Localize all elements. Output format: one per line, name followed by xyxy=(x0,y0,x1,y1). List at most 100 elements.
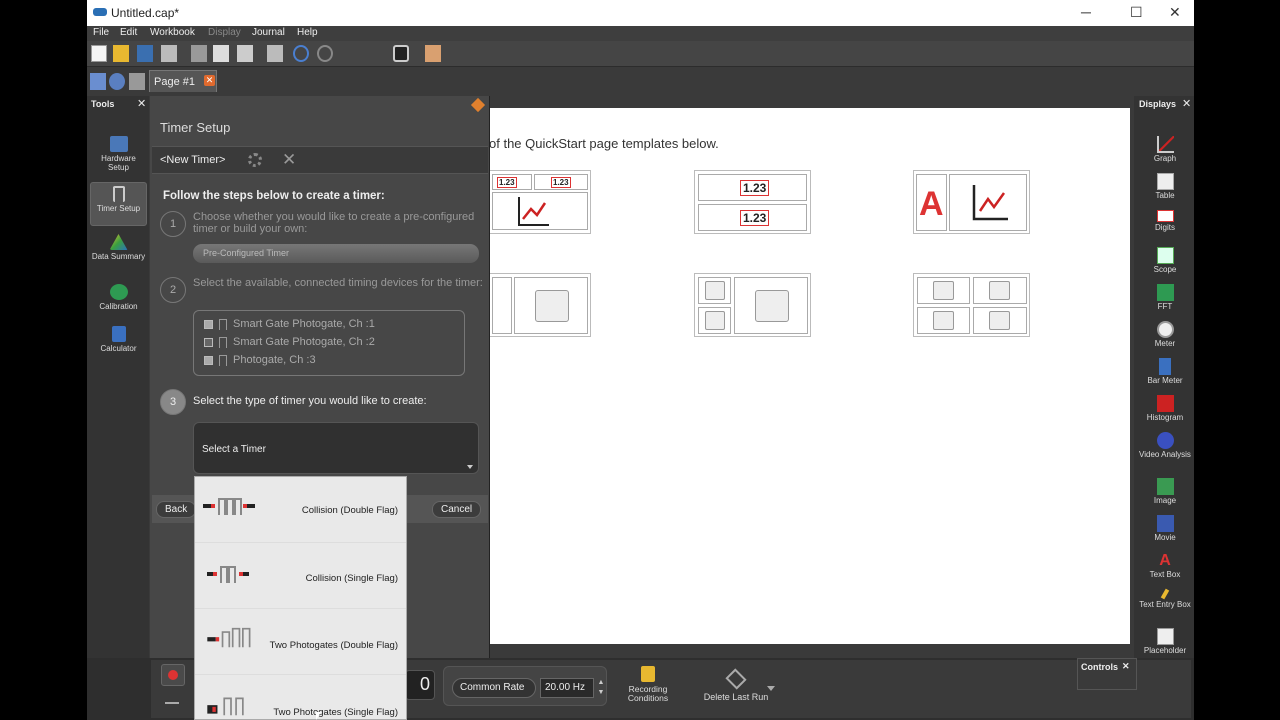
delete-icon[interactable] xyxy=(267,45,283,62)
menu-help[interactable]: Help xyxy=(297,27,318,38)
display-bar-meter[interactable]: Bar Meter xyxy=(1137,358,1193,385)
placeholder-cell xyxy=(973,307,1027,334)
menu-workbook[interactable]: Workbook xyxy=(150,27,195,38)
template-placeholders-two[interactable] xyxy=(489,273,591,337)
template-two-digits-graph[interactable]: 1.23 1.23 xyxy=(489,170,591,234)
display-label: Scope xyxy=(1153,265,1177,274)
delete-last-run-button[interactable]: Delete Last Run xyxy=(691,668,781,712)
new-timer-dropdown[interactable]: <New Timer> xyxy=(160,154,225,166)
display-video-analysis[interactable]: Video Analysis xyxy=(1137,432,1193,459)
device-item[interactable]: Photogate, Ch :3 xyxy=(204,354,316,366)
menu-display[interactable]: Display xyxy=(208,27,241,38)
tools-palette: Tools ✕ Hardware Setup Timer Setup Data … xyxy=(87,96,149,658)
settings-icon[interactable] xyxy=(109,73,125,90)
timer-option[interactable]: Collision (Single Flag) xyxy=(195,543,406,609)
timer-option[interactable]: Collision (Double Flag) xyxy=(195,477,406,543)
back-button[interactable]: Back xyxy=(156,501,197,518)
new-timer-gear-icon[interactable] xyxy=(248,153,262,167)
display-meter[interactable]: Meter xyxy=(1137,321,1193,348)
close-displays-icon[interactable]: ✕ xyxy=(1182,97,1191,110)
cancel-button[interactable]: Cancel xyxy=(432,501,482,518)
template-two-digits[interactable]: 1.23 1.23 xyxy=(694,170,811,234)
display-text-entry-box[interactable]: Text Entry Box xyxy=(1137,588,1193,609)
digits-value: 1.23 xyxy=(551,177,571,188)
step-3-text: Select the type of timer you would like … xyxy=(193,395,427,407)
menu-edit[interactable]: Edit xyxy=(120,27,137,38)
device-checkbox[interactable] xyxy=(204,337,213,347)
record-options-icon[interactable] xyxy=(165,692,179,704)
journal-icon[interactable] xyxy=(425,45,441,62)
tools-header: Tools xyxy=(91,99,115,109)
step-2-circle: 2 xyxy=(160,277,186,303)
close-tools-icon[interactable]: ✕ xyxy=(137,97,146,110)
tab-page-1[interactable]: Page #1 ✕ xyxy=(149,70,217,92)
chevron-down-icon[interactable] xyxy=(767,686,775,691)
scope-icon xyxy=(1156,247,1174,264)
display-fft[interactable]: FFT xyxy=(1137,284,1193,311)
device-item[interactable]: Smart Gate Photogate, Ch :2 xyxy=(204,336,375,348)
display-scope[interactable]: Scope xyxy=(1137,247,1193,274)
template-placeholders-three[interactable] xyxy=(694,273,811,337)
display-histogram[interactable]: Histogram xyxy=(1137,395,1193,422)
placeholder-cell xyxy=(492,277,512,334)
open-folder-icon[interactable] xyxy=(113,45,129,62)
redo-icon[interactable] xyxy=(317,45,333,62)
tool-calculator[interactable]: Calculator xyxy=(90,326,147,353)
rate-value-field[interactable]: 20.00 Hz xyxy=(540,678,594,698)
pin-icon[interactable] xyxy=(470,97,486,113)
tool-hardware-setup[interactable]: Hardware Setup xyxy=(90,136,147,172)
timer-option[interactable]: Two Photogates (Single Flag) xyxy=(195,675,406,720)
timer-setup-title: Timer Setup xyxy=(160,120,231,135)
display-placeholder[interactable]: Placeholder xyxy=(1137,628,1193,655)
step-3-circle: 3 xyxy=(160,389,186,415)
display-graph[interactable]: Graph xyxy=(1137,136,1193,163)
display-image[interactable]: Image xyxy=(1137,478,1193,505)
rate-stepper[interactable]: ▲ ▼ xyxy=(596,678,606,698)
layout-icon[interactable] xyxy=(129,73,145,90)
menu-journal[interactable]: Journal xyxy=(252,27,285,38)
pencil-icon xyxy=(1160,588,1170,600)
print-icon[interactable] xyxy=(161,45,177,62)
tool-timer-setup[interactable]: Timer Setup xyxy=(90,182,147,226)
display-text-box[interactable]: A Text Box xyxy=(1137,552,1193,579)
timer-option[interactable]: Two Photogates (Double Flag) xyxy=(195,609,406,675)
device-checkbox[interactable] xyxy=(204,319,213,329)
undo-icon[interactable] xyxy=(293,45,309,62)
minimize-button[interactable]: ─ xyxy=(1081,4,1091,20)
display-label: Text Entry Box xyxy=(1139,600,1191,609)
image-icon xyxy=(1156,478,1174,495)
page-view-icon[interactable] xyxy=(90,73,106,90)
device-checkbox[interactable] xyxy=(204,355,213,365)
record-button[interactable] xyxy=(161,664,185,686)
photogate-icon xyxy=(219,318,227,330)
template-placeholders-four[interactable] xyxy=(913,273,1030,337)
device-item[interactable]: Smart Gate Photogate, Ch :1 xyxy=(204,318,375,330)
timer-type-select[interactable]: Select a Timer xyxy=(193,422,479,474)
display-table[interactable]: Table xyxy=(1137,173,1193,200)
maximize-button[interactable]: ☐ xyxy=(1130,4,1143,21)
close-controls-icon[interactable]: ✕ xyxy=(1122,661,1130,672)
collision-single-flag-icon xyxy=(207,566,249,583)
template-text-graph[interactable]: A xyxy=(913,170,1030,234)
bar-meter-icon xyxy=(1159,358,1171,375)
close-tab-icon[interactable]: ✕ xyxy=(204,75,215,86)
display-digits[interactable]: Digits xyxy=(1137,210,1193,232)
close-window-button[interactable]: ✕ xyxy=(1169,4,1181,21)
chevron-down-icon xyxy=(467,465,473,469)
common-rate-dropdown[interactable]: Common Rate xyxy=(452,678,536,698)
placeholder-icon xyxy=(933,311,954,330)
display-movie[interactable]: Movie xyxy=(1137,515,1193,542)
save-icon[interactable] xyxy=(137,45,153,62)
tool-data-summary[interactable]: Data Summary xyxy=(90,234,147,261)
tool-calibration[interactable]: Calibration xyxy=(90,284,147,311)
menu-file[interactable]: File xyxy=(93,27,109,38)
new-file-icon[interactable] xyxy=(91,45,107,62)
text-box-icon: A xyxy=(1159,552,1171,569)
recording-conditions-button[interactable]: Recording Conditions xyxy=(613,666,683,712)
delete-timer-icon[interactable]: ✕ xyxy=(282,150,296,170)
paste-icon[interactable] xyxy=(237,45,253,62)
copy-icon[interactable] xyxy=(213,45,229,62)
camera-icon[interactable] xyxy=(393,45,409,62)
preconfigured-timer-select[interactable]: Pre-Configured Timer xyxy=(193,244,479,263)
cut-icon[interactable] xyxy=(191,45,207,62)
